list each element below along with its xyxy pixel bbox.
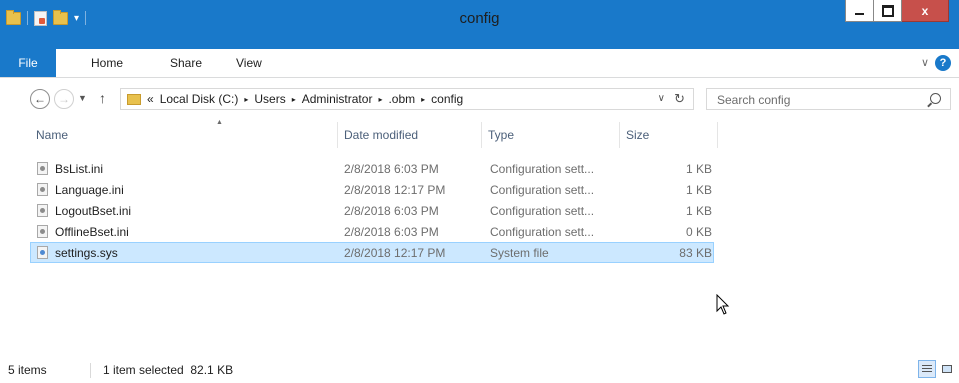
breadcrumb-administrator[interactable]: Administrator (302, 92, 373, 106)
search-input[interactable] (707, 89, 934, 111)
config-file-icon (37, 204, 48, 217)
maximize-button[interactable] (874, 0, 902, 22)
file-type: Configuration sett... (490, 203, 595, 218)
breadcrumb-users[interactable]: Users (254, 92, 285, 106)
file-row[interactable]: BsList.ini 2/8/2018 6:03 PM Configuratio… (30, 158, 714, 179)
help-icon[interactable]: ? (935, 55, 951, 71)
column-header-name[interactable]: Name ▲ (30, 119, 338, 148)
breadcrumb-separator-icon[interactable]: ▸ (292, 95, 296, 104)
maximize-icon (881, 4, 894, 17)
status-item-count: 5 items (8, 363, 47, 377)
back-arrow-icon: ← (34, 92, 46, 106)
system-file-icon (37, 246, 48, 259)
column-header-label: Size (626, 128, 650, 142)
large-icons-view-icon (942, 365, 952, 373)
details-view-button[interactable] (918, 360, 936, 378)
file-date: 2/8/2018 6:03 PM (344, 224, 439, 239)
breadcrumb-separator-icon[interactable]: ▸ (244, 95, 248, 104)
file-type: Configuration sett... (490, 161, 595, 176)
up-arrow-icon[interactable]: ↑ (99, 90, 106, 106)
title-bar[interactable]: ▾ config x (0, 0, 959, 49)
details-view-icon (922, 364, 932, 374)
navigation-bar: ← → ▼ ↑ « Local Disk (C:) ▸ Users ▸ Admi… (0, 78, 959, 121)
forward-arrow-icon: → (58, 92, 70, 106)
status-divider (90, 363, 91, 378)
tab-home[interactable]: Home (91, 49, 123, 77)
tab-view[interactable]: View (236, 49, 262, 77)
refresh-icon[interactable]: ↻ (674, 91, 685, 107)
large-icons-view-button[interactable] (938, 360, 956, 378)
column-header-label: Name (36, 128, 69, 142)
file-name: LogoutBset.ini (55, 203, 132, 218)
config-file-icon (37, 162, 48, 175)
close-button[interactable]: x (902, 0, 949, 22)
file-type: Configuration sett... (490, 224, 595, 239)
file-name: BsList.ini (55, 161, 104, 176)
column-header-date[interactable]: Date modified (338, 122, 482, 148)
file-size: 1 KB (685, 182, 712, 197)
chevron-down-icon[interactable]: ∨ (921, 56, 929, 69)
column-headers: Name ▲ Date modified Type Size (0, 119, 959, 148)
minimize-icon (855, 12, 864, 15)
breadcrumb-overflow[interactable]: « (147, 92, 154, 106)
window-controls: x (845, 0, 949, 22)
file-size: 1 KB (685, 161, 712, 176)
sort-ascending-icon: ▲ (216, 119, 223, 126)
folder-icon (127, 93, 141, 105)
column-header-label: Date modified (344, 128, 419, 142)
breadcrumb-separator-icon[interactable]: ▸ (421, 95, 425, 104)
window-title: config (459, 10, 500, 27)
file-date: 2/8/2018 6:03 PM (344, 161, 439, 176)
breadcrumb-obm[interactable]: .obm (388, 92, 415, 106)
config-file-icon (37, 225, 48, 238)
file-size: 0 KB (685, 224, 712, 239)
breadcrumb-config[interactable]: config (431, 92, 463, 106)
config-file-icon (37, 183, 48, 196)
breadcrumb-local-disk[interactable]: Local Disk (C:) (160, 92, 239, 106)
file-row-selected[interactable]: settings.sys 2/8/2018 12:17 PM System fi… (30, 242, 714, 263)
file-size: 1 KB (685, 203, 712, 218)
search-icon[interactable] (930, 93, 941, 104)
recent-locations-icon[interactable]: ▼ (78, 93, 87, 103)
tab-file[interactable]: File (0, 49, 56, 77)
file-type: System file (490, 245, 549, 260)
explorer-window: ▾ config x File Home Share View ∨ ? ← → … (0, 0, 959, 383)
address-bar[interactable]: « Local Disk (C:) ▸ Users ▸ Administrato… (120, 88, 694, 110)
file-size: 83 KB (679, 245, 712, 260)
status-bar: 5 items 1 item selected 82.1 KB (0, 358, 959, 383)
file-row[interactable]: Language.ini 2/8/2018 12:17 PM Configura… (30, 179, 714, 200)
column-header-label: Type (488, 128, 515, 142)
close-icon: x (921, 3, 929, 18)
file-name: Language.ini (55, 182, 124, 197)
forward-button[interactable]: → (54, 89, 74, 109)
ribbon: File Home Share View ∨ ? (0, 49, 959, 78)
file-row[interactable]: LogoutBset.ini 2/8/2018 6:03 PM Configur… (30, 200, 714, 221)
breadcrumb-separator-icon[interactable]: ▸ (378, 95, 382, 104)
address-history-chevron-icon[interactable]: ∨ (658, 93, 665, 104)
file-name: OfflineBset.ini (55, 224, 129, 239)
file-type: Configuration sett... (490, 182, 595, 197)
mouse-cursor-icon (716, 294, 730, 315)
back-button[interactable]: ← (30, 89, 50, 109)
file-date: 2/8/2018 12:17 PM (344, 182, 446, 197)
tab-share[interactable]: Share (170, 49, 202, 77)
search-box[interactable] (706, 88, 951, 111)
status-selection: 1 item selected 82.1 KB (103, 363, 234, 377)
column-header-type[interactable]: Type (482, 122, 620, 148)
column-header-size[interactable]: Size (620, 122, 718, 148)
file-date: 2/8/2018 12:17 PM (344, 245, 446, 260)
file-row[interactable]: OfflineBset.ini 2/8/2018 6:03 PM Configu… (30, 221, 714, 242)
minimize-button[interactable] (845, 0, 874, 22)
file-name: settings.sys (55, 245, 118, 260)
file-date: 2/8/2018 6:03 PM (344, 203, 439, 218)
